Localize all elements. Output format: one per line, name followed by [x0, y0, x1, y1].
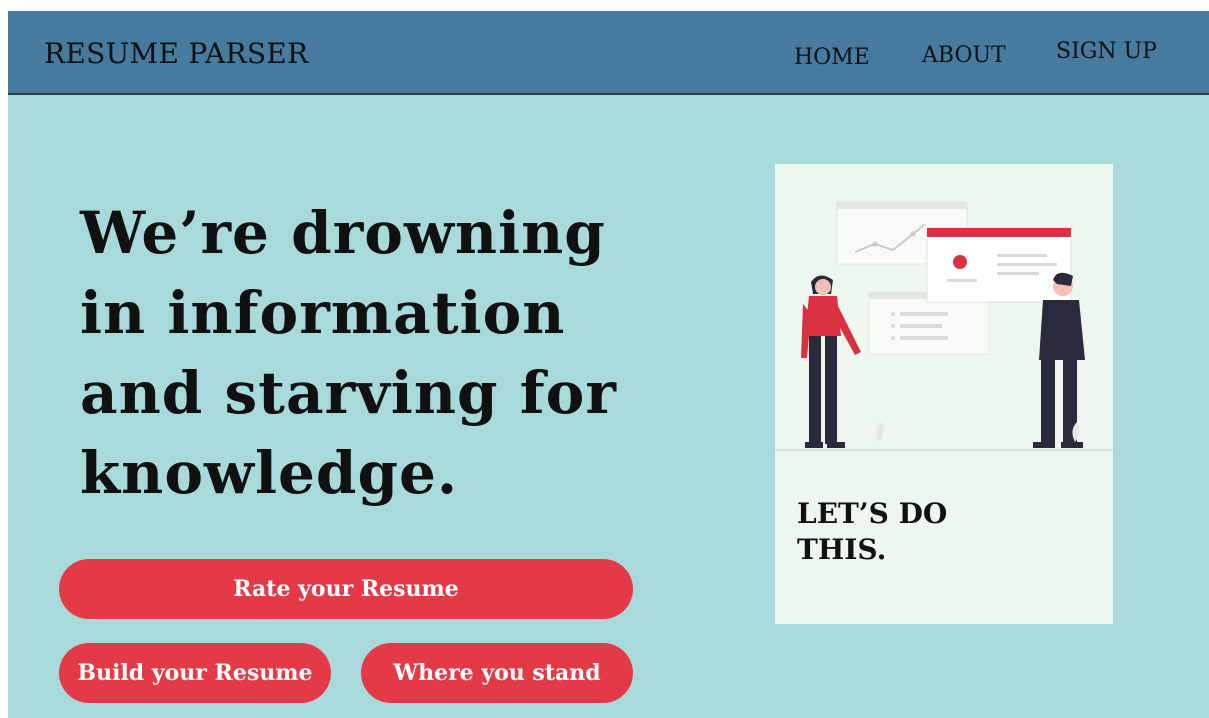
woman-figure-icon: [801, 275, 861, 448]
presentation-illustration: [775, 201, 1113, 451]
navbar: RESUME PARSER HOME ABOUT SIGN UP: [8, 11, 1209, 95]
where-you-stand-button[interactable]: Where you stand: [361, 643, 633, 703]
profile-window-icon: [926, 227, 1072, 303]
headline-line: knowledge.: [80, 439, 459, 507]
headline-line: in information: [80, 279, 566, 347]
headline-line: and starving for: [80, 359, 617, 427]
cta-card: LET’S DO THIS.: [775, 164, 1113, 624]
hero-headline: We’re drowning in information and starvi…: [80, 193, 660, 513]
build-resume-button[interactable]: Build your Resume: [59, 643, 331, 703]
cta-text: LET’S DO THIS.: [797, 496, 997, 568]
nav-about-link[interactable]: ABOUT: [922, 43, 1006, 68]
cta-line: LET’S DO: [797, 497, 948, 530]
cta-line: THIS.: [797, 533, 887, 566]
nav-signup-link[interactable]: SIGN UP: [1056, 39, 1157, 64]
rate-resume-button[interactable]: Rate your Resume: [59, 559, 633, 619]
nav-home-link[interactable]: HOME: [794, 45, 870, 70]
brand-logo-text[interactable]: RESUME PARSER: [44, 37, 309, 70]
headline-line: We’re drowning: [80, 199, 606, 267]
page: RESUME PARSER HOME ABOUT SIGN UP We’re d…: [8, 11, 1209, 718]
